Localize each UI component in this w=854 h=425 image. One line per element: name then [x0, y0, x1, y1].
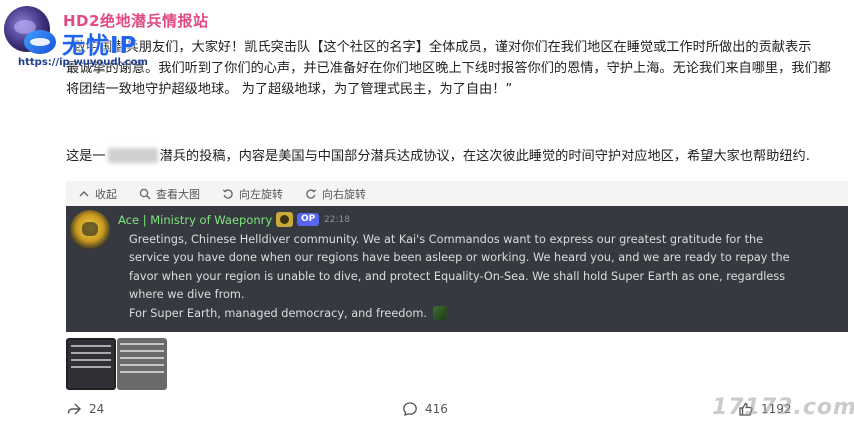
post-text-post: 潜兵的投稿，内容是美国与中国部分潜兵达成协议，在这次彼此睡觉的时间守护对应地区，… — [159, 149, 810, 164]
view-large-label: 查看大图 — [156, 187, 200, 201]
discord-message-body: Greetings, Chinese Helldiver community. … — [129, 231, 841, 323]
image-thumbnail-2[interactable] — [117, 338, 167, 390]
discord-line: where we dive from. — [129, 288, 245, 302]
comment-count: 416 — [425, 402, 448, 416]
collapse-label: 收起 — [95, 187, 117, 201]
rotate-left-label: 向左旋转 — [239, 187, 283, 201]
rotate-left-icon — [222, 188, 233, 199]
redacted-name — [107, 148, 158, 163]
thumbnail-text-line — [71, 352, 111, 354]
thumbnail-text-line — [120, 350, 164, 352]
post-line: 最诚挚的谢意。我们听到了你们的心声，并已准备好在你们地区晚上下线时报答你们的恩情… — [66, 61, 831, 76]
share-icon — [67, 403, 81, 415]
post-paragraph-2: 这是一 潜兵的投稿，内容是美国与中国部分潜兵达成协议，在这次彼此睡觉的时间守护对应… — [66, 146, 854, 167]
discord-avatar — [70, 210, 110, 250]
magnifier-icon — [139, 188, 151, 199]
op-badge: OP — [297, 213, 320, 226]
watermark-logo-icon — [24, 28, 58, 56]
view-large-button[interactable]: 查看大图 — [139, 186, 200, 202]
share-button[interactable]: 24 — [66, 401, 104, 417]
post-paragraph-1: “致中国潜兵朋友们，大家好！凯氏突击队【这个社区的名字】全体成员，谨对你们在我们… — [66, 37, 854, 100]
rotate-left-button[interactable]: 向左旋转 — [222, 186, 283, 202]
post-line: 将团结一致地守护超级地球。 为了超级地球，为了管理式民主，为了自由！” — [66, 82, 513, 97]
thumbnail-text-line — [120, 371, 164, 373]
thumbnail-text-line — [120, 364, 164, 366]
thumbnail-text-line — [71, 345, 111, 347]
thumbnail-text-line — [120, 343, 164, 345]
discord-line: favor when your region is unable to dive… — [129, 269, 786, 283]
weibo-post: HD2绝地潜兵情报站 “致中国潜兵朋友们，大家好！凯氏突击队【这个社区的名字】全… — [0, 0, 854, 425]
post-line: “致中国潜兵朋友们，大家好！凯氏突击队【这个社区的名字】全体成员，谨对你们在我们… — [66, 40, 812, 55]
comment-icon — [403, 402, 417, 416]
share-count: 24 — [89, 402, 105, 416]
discord-timestamp: 22:18 — [324, 215, 350, 225]
discord-message-image[interactable]: Ace | Ministry of Waeponry OP 22:18 Gree… — [66, 206, 848, 332]
discord-line: Greetings, Chinese Helldiver community. … — [129, 233, 764, 246]
discord-line-last: For Super Earth, managed democracy, and … — [129, 305, 841, 323]
thumbnail-text-line — [71, 359, 111, 361]
watermark-url: https://ip.wuyoudl.com — [18, 57, 148, 68]
post-text-pre: 这是一 — [66, 149, 106, 164]
rotate-right-button[interactable]: 向右旋转 — [305, 186, 366, 202]
rotate-right-label: 向右旋转 — [322, 187, 366, 201]
role-badge-icon — [276, 212, 293, 227]
discord-line: service you have done when our regions h… — [129, 251, 790, 265]
corner-watermark: 17173.com — [712, 395, 854, 420]
comment-button[interactable]: 416 — [402, 401, 448, 417]
image-thumbnail-1[interactable] — [66, 338, 116, 390]
collapse-button[interactable]: 收起 — [78, 186, 117, 202]
image-toolbar: 收起 查看大图 向左旋转 向右旋转 — [66, 181, 848, 206]
discord-line-text: For Super Earth, managed democracy, and … — [129, 306, 427, 320]
discord-username: Ace | Ministry of Waeponry — [118, 213, 273, 227]
collapse-icon — [79, 190, 89, 196]
thumbnail-text-line — [71, 366, 111, 368]
watermark-title: 无忧IP — [62, 33, 138, 59]
thumbnail-text-line — [120, 357, 164, 359]
emoji-icon — [433, 305, 447, 320]
rotate-right-icon — [306, 188, 317, 199]
